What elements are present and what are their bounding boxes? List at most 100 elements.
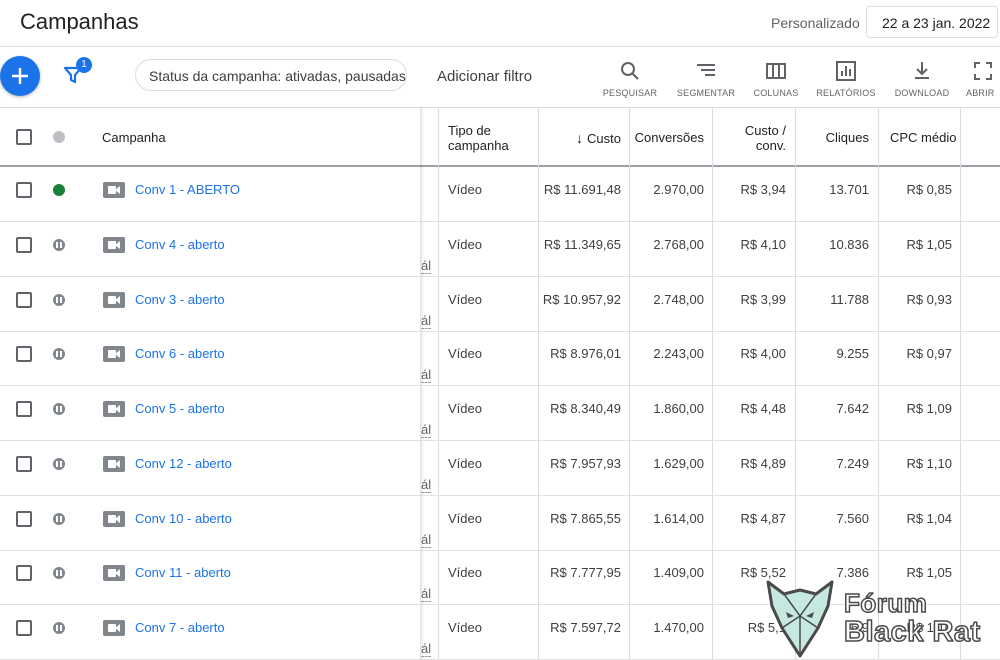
search-button[interactable]: PESQUISAR — [600, 60, 660, 98]
row-checkbox[interactable] — [16, 401, 32, 417]
clicks-cell: 11.788 — [830, 291, 869, 307]
add-filter-button[interactable]: Adicionar filtro — [437, 68, 532, 85]
row-checkbox[interactable] — [16, 565, 32, 582]
columns-button[interactable]: COLUNAS — [746, 60, 806, 98]
campaign-name-link[interactable]: Conv 10 - aberto — [135, 511, 232, 526]
campaign-type-cell: Vídeo — [448, 236, 482, 252]
conversions-cell: 2.243,00 — [653, 346, 704, 362]
row-checkbox[interactable] — [16, 236, 32, 253]
row-checkbox[interactable] — [16, 455, 32, 472]
status-paused-icon[interactable] — [53, 622, 65, 634]
search-icon — [621, 62, 639, 80]
reports-button[interactable]: RELATÓRIOS — [816, 60, 876, 98]
cost-per-conversion-column-header[interactable]: Custo / conv. — [713, 123, 786, 153]
table-row[interactable]: Conv 12 - aberto ál Vídeo R$ 7.957,93 1.629,… — [0, 441, 1000, 496]
expand-icon — [974, 62, 992, 80]
campaign-type-header-line2: campanha — [448, 138, 509, 153]
date-range-picker[interactable]: 22 a 23 jan. 2022 — [866, 6, 998, 38]
campaign-name-link[interactable]: Conv 6 - aberto — [135, 346, 225, 361]
clicks-cell: 7.560 — [836, 510, 869, 526]
expand-button[interactable]: ABRIR — [966, 60, 1000, 98]
video-campaign-icon — [103, 455, 125, 472]
conversions-cell: 2.748,00 — [653, 291, 704, 307]
status-paused-icon[interactable] — [53, 457, 65, 470]
forum-black-rat-watermark: Fórum Black Rat — [760, 576, 1000, 660]
watermark-line1: Fórum — [843, 587, 928, 619]
truncated-cell-text: ál — [421, 476, 432, 493]
reports-icon — [836, 61, 856, 81]
campaign-name-link[interactable]: Conv 11 - aberto — [135, 565, 231, 580]
campaign-name-link[interactable]: Conv 5 - aberto — [135, 401, 225, 416]
cost-cell: R$ 8.340,49 — [550, 401, 621, 416]
status-paused-icon[interactable] — [53, 348, 65, 361]
campaign-name-link[interactable]: Conv 1 - ABERTO — [135, 182, 240, 197]
cost-cell: R$ 11.349,65 — [543, 236, 621, 252]
clicks-cell: 13.701 — [829, 182, 869, 197]
table-header: Campanha Tipo de campanha ↓ Custo Convers… — [0, 107, 1000, 167]
clicks-cell: 10.836 — [829, 236, 869, 252]
status-paused-icon[interactable] — [53, 293, 65, 306]
status-paused-icon[interactable] — [53, 403, 65, 415]
campaign-name-link[interactable]: Conv 12 - aberto — [135, 456, 232, 471]
campaign-name-link[interactable]: Conv 7 - aberto — [135, 620, 225, 635]
conversions-cell: 2.970,00 — [653, 182, 704, 197]
table-row[interactable]: Conv 3 - aberto ál Vídeo R$ 10.957,92 2.748,… — [0, 277, 1000, 332]
conversions-column-header[interactable]: Conversões — [630, 130, 704, 145]
video-campaign-icon — [103, 236, 125, 253]
row-checkbox[interactable] — [16, 182, 32, 198]
clicks-column-header[interactable]: Cliques — [796, 130, 869, 145]
avg-cpc-column-header[interactable]: CPC médio — [890, 130, 956, 145]
campaign-type-cell: Vídeo — [448, 182, 482, 197]
truncated-cell-text: ál — [421, 367, 432, 384]
truncated-cell-text: ál — [421, 641, 432, 657]
campaign-type-cell: Vídeo — [448, 620, 482, 635]
campaign-name-link[interactable]: Conv 4 - aberto — [135, 237, 225, 252]
row-checkbox[interactable] — [16, 620, 32, 636]
add-campaign-button[interactable] — [0, 56, 40, 96]
download-button[interactable]: DOWNLOAD — [892, 60, 952, 98]
truncated-cell-text: ál — [421, 422, 432, 438]
campaign-type-cell: Vídeo — [448, 346, 482, 362]
campaign-type-cell: Vídeo — [448, 401, 482, 416]
cost-column-header[interactable]: ↓ Custo — [540, 130, 621, 146]
table-row[interactable]: Conv 10 - aberto ál Vídeo R$ 7.865,55 1.614,… — [0, 496, 1000, 551]
truncated-cell-text: ál — [421, 586, 432, 603]
table-row[interactable]: Conv 4 - aberto ál Vídeo R$ 11.349,65 2.768,… — [0, 222, 1000, 277]
campaign-name-link[interactable]: Conv 3 - aberto — [135, 292, 225, 307]
campaign-type-column-header[interactable]: Tipo de campanha — [448, 123, 509, 153]
row-checkbox[interactable] — [16, 510, 32, 527]
select-all-checkbox[interactable] — [16, 129, 32, 145]
campaign-type-header-line1: Tipo de — [448, 123, 491, 138]
status-paused-icon[interactable] — [53, 512, 65, 525]
rat-logo-icon — [766, 580, 834, 658]
row-checkbox[interactable] — [16, 291, 32, 308]
status-filter-chip[interactable]: Status da campanha: ativadas, pausadas — [135, 59, 407, 91]
download-icon — [915, 62, 929, 79]
date-range-label: Personalizado — [771, 15, 860, 31]
table-row[interactable]: Conv 5 - aberto ál Vídeo R$ 8.340,49 1.860,0… — [0, 386, 1000, 441]
cost-per-conversion-cell: R$ 4,00 — [740, 346, 786, 362]
toolbar: 1 Status da campanha: ativadas, pausadas… — [0, 48, 1000, 107]
video-campaign-icon — [103, 565, 125, 582]
segment-button[interactable]: SEGMENTAR — [676, 60, 736, 98]
campaign-column-header[interactable]: Campanha — [102, 130, 166, 145]
video-campaign-icon — [103, 401, 125, 417]
truncated-cell-text: ál — [421, 312, 432, 329]
truncated-cell-text: ál — [421, 257, 432, 274]
avg-cpc-cell: R$ 1,04 — [906, 510, 952, 526]
conversions-cell: 1.470,00 — [653, 620, 704, 635]
conversions-cell: 1.629,00 — [653, 455, 704, 471]
conversions-cell: 1.860,00 — [653, 401, 704, 416]
status-header-icon — [53, 131, 65, 143]
table-row[interactable]: Conv 6 - aberto ál Vídeo R$ 8.976,01 2.243,0… — [0, 331, 1000, 387]
row-checkbox[interactable] — [16, 346, 32, 363]
download-label: DOWNLOAD — [894, 88, 950, 98]
status-paused-icon[interactable] — [53, 567, 65, 580]
expand-label: ABRIR — [966, 88, 995, 98]
campaign-type-cell: Vídeo — [448, 565, 482, 581]
status-active-icon[interactable] — [53, 184, 65, 196]
status-paused-icon[interactable] — [53, 238, 65, 251]
campaign-type-cell: Vídeo — [448, 455, 482, 471]
table-row[interactable]: Conv 1 - ABERTO Vídeo R$ 11.691,48 2.970,00… — [0, 167, 1000, 222]
reports-label: RELATÓRIOS — [816, 88, 876, 98]
